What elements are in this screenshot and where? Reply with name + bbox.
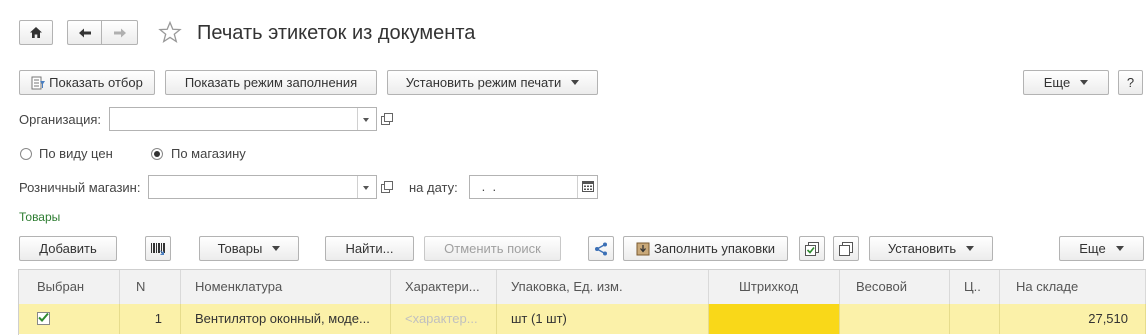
table-cell-price[interactable] [950,304,1000,334]
column-header[interactable]: Упаковка, Ед. изм. [497,270,709,304]
column-header[interactable]: N [120,270,181,304]
column-header[interactable]: Характери... [391,270,497,304]
calendar-icon[interactable] [582,181,594,192]
date-field[interactable]: . . [469,175,598,199]
home-button[interactable] [19,20,53,45]
arrow-left-icon [78,28,91,38]
cancel-search-label: Отменить поиск [444,241,541,256]
column-header[interactable]: Весовой [840,270,950,304]
goods-section-title: Товары [19,210,61,224]
page-title: Печать этикеток из документа [197,22,476,44]
radio-by-store[interactable] [151,148,163,160]
home-icon [30,27,42,38]
retail-store-field[interactable] [148,175,377,199]
organization-field[interactable] [109,107,377,131]
cancel-search-button[interactable]: Отменить поиск [424,236,561,261]
dropdown-arrow-icon[interactable] [363,118,369,122]
package-icon [636,242,650,256]
date-value: . . [478,179,497,194]
star-icon[interactable] [158,21,182,44]
chevron-down-icon [966,246,975,252]
column-header[interactable]: Выбран [19,270,120,304]
deselect-all-button[interactable] [833,236,859,261]
set-print-mode-button[interactable]: Установить режим печати [387,70,598,95]
row-checkbox[interactable] [37,312,50,325]
column-header[interactable]: Номенклатура [181,270,391,304]
show-fill-mode-button[interactable]: Показать режим заполнения [165,70,377,95]
barcode-icon [151,243,165,255]
dropdown-arrow-icon[interactable] [363,186,369,190]
chevron-down-icon [571,80,580,86]
share-icon [595,242,607,256]
date-label: на дату: [409,180,458,195]
check-all-icon [805,242,819,256]
back-button[interactable] [67,20,101,45]
table-cell-package[interactable]: шт (1 шт) [497,304,709,334]
column-header[interactable]: Ц.. [950,270,1000,304]
forward-button[interactable] [101,20,138,45]
table-cell-barcode[interactable] [709,304,840,334]
select-all-button[interactable] [799,236,825,261]
table-cell-nomenclature[interactable]: Вентилятор оконный, моде... [181,304,391,334]
chevron-down-icon [1080,80,1089,86]
checkmark-icon [38,312,49,322]
fill-packages-button[interactable]: Заполнить упаковки [623,236,788,261]
organization-label: Организация: [19,112,102,127]
column-header[interactable]: Штрихкод [709,270,840,304]
open-form-icon[interactable] [381,181,393,193]
set-button[interactable]: Установить [869,236,993,261]
table-cell-weighted[interactable] [840,304,950,334]
retail-store-label: Розничный магазин: [19,180,141,195]
add-label: Добавить [39,241,97,256]
help-label: ? [1126,75,1135,90]
filter-list-icon [31,76,46,90]
find-label: Найти... [345,241,394,256]
goods-menu-label: Товары [217,241,263,256]
fill-packages-label: Заполнить упаковки [653,241,776,256]
chevron-down-icon [272,246,281,252]
goods-more-label: Еще [1079,241,1106,256]
table-cell-stock[interactable]: 27,510 [1000,304,1146,334]
open-form-icon[interactable] [381,113,393,125]
table-cell-n[interactable]: 1 [120,304,181,334]
more-label: Еще [1043,75,1071,90]
barcode-button[interactable] [145,236,171,261]
set-label: Установить [887,241,957,256]
goods-more-button[interactable]: Еще [1059,236,1144,261]
show-filter-button[interactable]: Показать отбор [19,70,155,95]
show-fill-mode-label: Показать режим заполнения [184,75,358,90]
radio-by-store-label: По магазину [171,146,246,161]
uncheck-all-icon [839,242,853,256]
column-header[interactable]: На складе [1000,270,1146,304]
share-button[interactable] [588,236,614,261]
more-button[interactable]: Еще [1023,70,1109,95]
table-row-selected-cell[interactable] [19,304,120,334]
goods-menu-button[interactable]: Товары [199,236,299,261]
radio-by-price-type[interactable] [20,148,32,160]
chevron-down-icon [1115,246,1124,252]
table-cell-characteristic[interactable]: <характер... [391,304,497,334]
add-button[interactable]: Добавить [19,236,117,261]
arrow-right-icon [113,28,126,38]
show-filter-label: Показать отбор [49,75,143,90]
set-print-mode-label: Установить режим печати [405,75,562,90]
radio-by-price-type-label: По виду цен [39,146,113,161]
help-button[interactable]: ? [1118,70,1143,95]
find-button[interactable]: Найти... [325,236,414,261]
